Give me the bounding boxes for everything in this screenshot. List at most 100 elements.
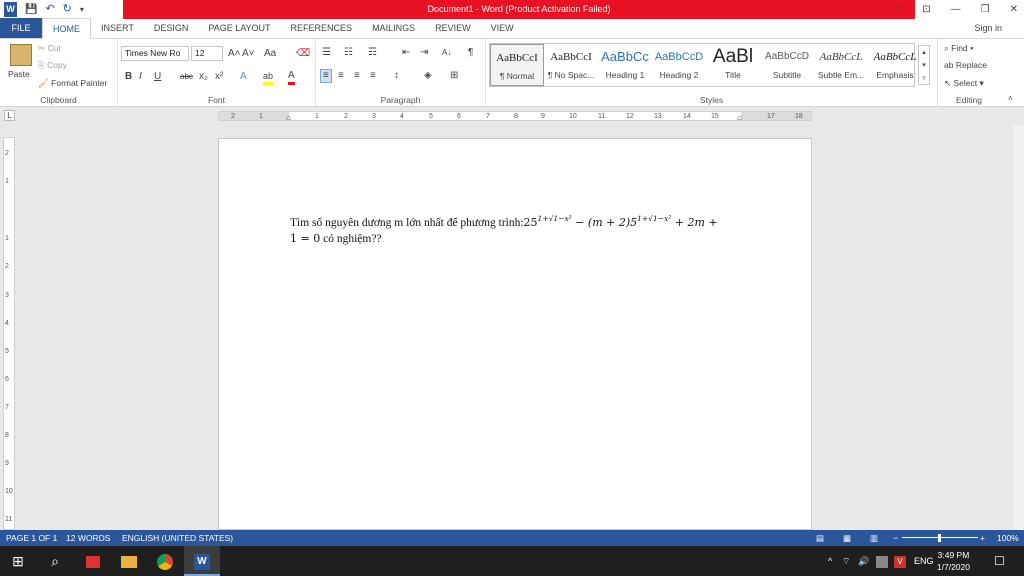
volume-icon[interactable]: 🔊 [858, 546, 869, 576]
notifications-icon[interactable]: ☐ [994, 546, 1005, 576]
paste-button[interactable]: Paste [8, 69, 30, 79]
sort-icon[interactable]: A↓ [442, 47, 451, 59]
file-explorer-icon[interactable] [111, 546, 147, 576]
line-spacing-icon[interactable]: ↕ [394, 70, 399, 82]
subscript-button[interactable]: x₂ [199, 71, 208, 83]
page-count[interactable]: PAGE 1 OF 1 [6, 530, 57, 546]
sign-in-link[interactable]: Sign in [974, 23, 1002, 33]
ribbon-display-button[interactable]: ⊡ [922, 4, 930, 15]
style-heading-2[interactable]: AaBbCcD Heading 2 [652, 44, 706, 86]
tray-chevron-icon[interactable]: ^ [828, 546, 832, 576]
word-count[interactable]: 12 WORDS [66, 530, 110, 546]
shading-icon[interactable]: ◈ [424, 70, 432, 82]
style-subtitle[interactable]: AaBbCcD Subtitle [760, 44, 814, 86]
horizontal-ruler[interactable]: 2 1 1 2 3 4 5 6 7 8 9 10 11 12 13 14 15 … [218, 111, 812, 124]
zoom-out-button[interactable]: − [893, 530, 898, 546]
zoom-slider-thumb[interactable] [938, 534, 941, 542]
grow-font-icon[interactable]: A˄ [228, 48, 241, 60]
vertical-scrollbar[interactable] [1013, 125, 1024, 530]
start-icon[interactable]: ⊞ [0, 546, 36, 576]
left-indent-marker[interactable]: ⌂ [286, 112, 291, 124]
tray-v-icon[interactable]: V [894, 546, 906, 576]
font-name-select[interactable]: Times New Ro [121, 46, 189, 61]
web-layout-icon[interactable]: ▥ [870, 530, 878, 546]
underline-button[interactable]: U [154, 71, 161, 83]
copy-button[interactable]: ⎘ Copy [38, 60, 67, 71]
format-painter-button[interactable]: 🖌 Format Painter [38, 78, 107, 89]
bullets-icon[interactable]: ☰ [322, 47, 331, 59]
style-no-spacing[interactable]: AaBbCcI ¶ No Spac... [544, 44, 598, 86]
tab-insert[interactable]: INSERT [91, 18, 144, 38]
print-layout-icon[interactable]: ▦ [843, 530, 851, 546]
text-effects-icon[interactable]: A [240, 71, 247, 83]
align-center-button[interactable]: ≡ [338, 70, 344, 82]
numbering-icon[interactable]: ☷ [344, 47, 353, 59]
shrink-font-icon[interactable]: A˅ [242, 48, 255, 60]
increase-indent-icon[interactable]: ⇥ [420, 47, 428, 59]
style-heading-1[interactable]: AaBbCc Heading 1 [598, 44, 652, 86]
italic-button[interactable]: I [139, 71, 142, 83]
redo-icon[interactable]: ↻ [63, 2, 72, 17]
replace-button[interactable]: ab Replace [944, 60, 987, 70]
cut-button[interactable]: ✂ Cut [38, 43, 61, 54]
highlight-icon[interactable]: ab [263, 70, 274, 85]
collapse-ribbon-icon[interactable]: ˄ [1008, 93, 1013, 105]
borders-icon[interactable]: ⊞ [450, 70, 458, 82]
superscript-button[interactable]: x² [215, 71, 223, 83]
chrome-icon[interactable] [147, 546, 183, 576]
document-body[interactable]: Tìm số nguyên dương m lớn nhất để phương… [290, 211, 730, 247]
language-indicator[interactable]: ENGLISH (UNITED STATES) [122, 530, 233, 546]
tab-selector[interactable]: L [4, 110, 15, 121]
undo-icon[interactable]: ↶ [45, 2, 54, 17]
tab-mailings[interactable]: MAILINGS [362, 18, 425, 38]
tab-page-layout[interactable]: PAGE LAYOUT [198, 18, 280, 38]
style-subtle-emphasis[interactable]: AaBbCcL Subtle Em... [814, 44, 868, 86]
read-mode-icon[interactable]: ▤ [816, 530, 824, 546]
close-button[interactable]: ✕ [1010, 4, 1018, 15]
save-icon[interactable]: 💾 [25, 2, 37, 17]
paste-icon[interactable] [10, 44, 32, 66]
decrease-indent-icon[interactable]: ⇤ [402, 47, 410, 59]
clear-formatting-icon[interactable]: ⌫ [296, 48, 310, 60]
tab-review[interactable]: REVIEW [425, 18, 481, 38]
font-size-select[interactable]: 12 [191, 46, 223, 61]
styles-scroll-icon[interactable]: ▴ ▾ ▿ [918, 45, 930, 85]
tab-view[interactable]: VIEW [481, 18, 524, 38]
zoom-level[interactable]: 100% [997, 530, 1019, 546]
align-left-button[interactable]: ≡ [320, 69, 332, 83]
tray-app-icon[interactable] [876, 546, 888, 576]
zoom-in-button[interactable]: + [980, 530, 985, 546]
tab-design[interactable]: DESIGN [144, 18, 199, 38]
replace-icon: ab [944, 60, 956, 70]
customize-qat-icon[interactable]: ▾ [80, 2, 84, 17]
document-page[interactable] [218, 138, 812, 530]
restore-button[interactable]: ❐ [981, 4, 990, 15]
tab-home[interactable]: HOME [42, 18, 91, 39]
multilevel-list-icon[interactable]: ☶ [368, 47, 377, 59]
vertical-ruler[interactable]: 2 1 1 2 3 4 5 6 7 8 9 10 11 [3, 137, 15, 530]
change-case-icon[interactable]: Aa [264, 48, 276, 60]
find-button[interactable]: ⌕ Find ▾ [944, 43, 974, 54]
ruler-left-margin [219, 112, 289, 120]
style-normal[interactable]: AaBbCcI ¶ Normal [490, 44, 544, 86]
network-icon[interactable]: ⌔ [842, 546, 850, 576]
show-marks-icon[interactable]: ¶ [468, 47, 473, 59]
minimize-button[interactable]: — [951, 4, 961, 15]
select-button[interactable]: ↖ Select ▾ [944, 78, 984, 89]
language-tray[interactable]: ENG [914, 546, 934, 576]
font-color-icon[interactable]: A [288, 70, 295, 85]
app-icon-1[interactable] [75, 546, 111, 576]
search-icon[interactable]: ⌕ [37, 546, 73, 576]
style-title[interactable]: AaBl Title [706, 44, 760, 86]
help-button[interactable]: ? [897, 4, 903, 15]
strikethrough-button[interactable]: abc [180, 71, 193, 83]
word-taskbar-icon[interactable]: W [184, 546, 220, 576]
justify-button[interactable]: ≡ [370, 70, 376, 82]
bold-button[interactable]: B [125, 71, 132, 83]
align-right-button[interactable]: ≡ [354, 70, 360, 82]
tab-references[interactable]: REFERENCES [281, 18, 363, 38]
right-indent-marker[interactable]: ⌂ [737, 112, 742, 124]
clock[interactable]: 3:49 PM 1/7/2020 [937, 549, 970, 573]
tab-file[interactable]: FILE [0, 18, 42, 38]
style-emphasis[interactable]: AaBbCcL Emphasis [868, 44, 922, 86]
